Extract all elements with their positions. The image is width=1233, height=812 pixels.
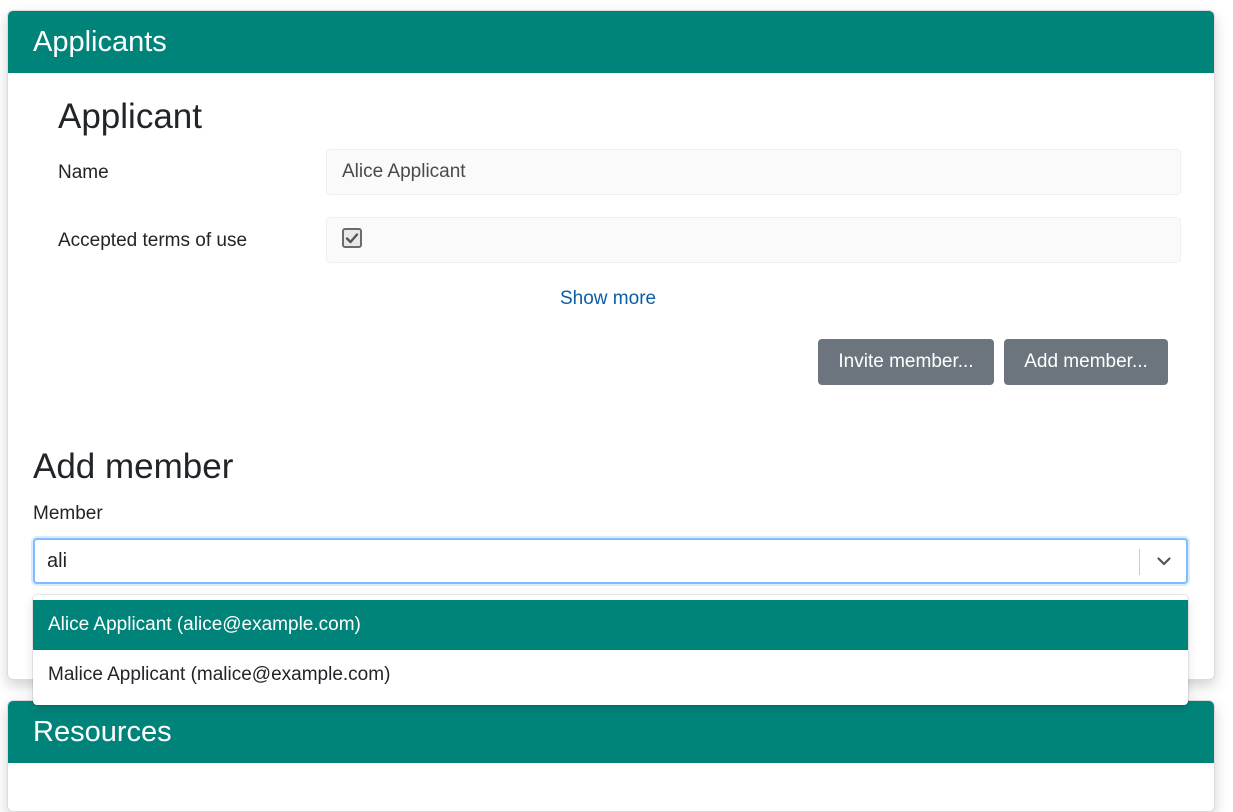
applicants-header[interactable]: Applicants bbox=[8, 11, 1214, 73]
member-select[interactable]: ali bbox=[33, 538, 1188, 584]
select-separator bbox=[1139, 549, 1140, 575]
name-label: Name bbox=[58, 162, 109, 183]
invite-member-button[interactable]: Invite member... bbox=[818, 339, 994, 385]
checkmark-icon bbox=[345, 233, 359, 244]
terms-label: Accepted terms of use bbox=[58, 230, 248, 251]
name-value: Alice Applicant bbox=[326, 149, 1181, 195]
chevron-down-icon[interactable] bbox=[1154, 551, 1174, 571]
member-label: Member bbox=[33, 503, 103, 524]
terms-checkbox bbox=[342, 228, 362, 248]
member-search-input[interactable]: ali bbox=[47, 540, 67, 582]
member-dropdown-menu: Alice Applicant (alice@example.com) Mali… bbox=[33, 595, 1188, 705]
terms-value bbox=[326, 217, 1181, 263]
applicant-title: Applicant bbox=[58, 97, 202, 136]
add-member-title: Add member bbox=[33, 447, 234, 486]
member-option[interactable]: Malice Applicant (malice@example.com) bbox=[33, 650, 1188, 700]
member-option[interactable]: Alice Applicant (alice@example.com) bbox=[33, 600, 1188, 650]
add-member-button[interactable]: Add member... bbox=[1004, 339, 1168, 385]
resources-card: Resources bbox=[7, 700, 1215, 812]
show-more-link[interactable]: Show more bbox=[560, 287, 656, 311]
resources-header[interactable]: Resources bbox=[8, 701, 1214, 763]
